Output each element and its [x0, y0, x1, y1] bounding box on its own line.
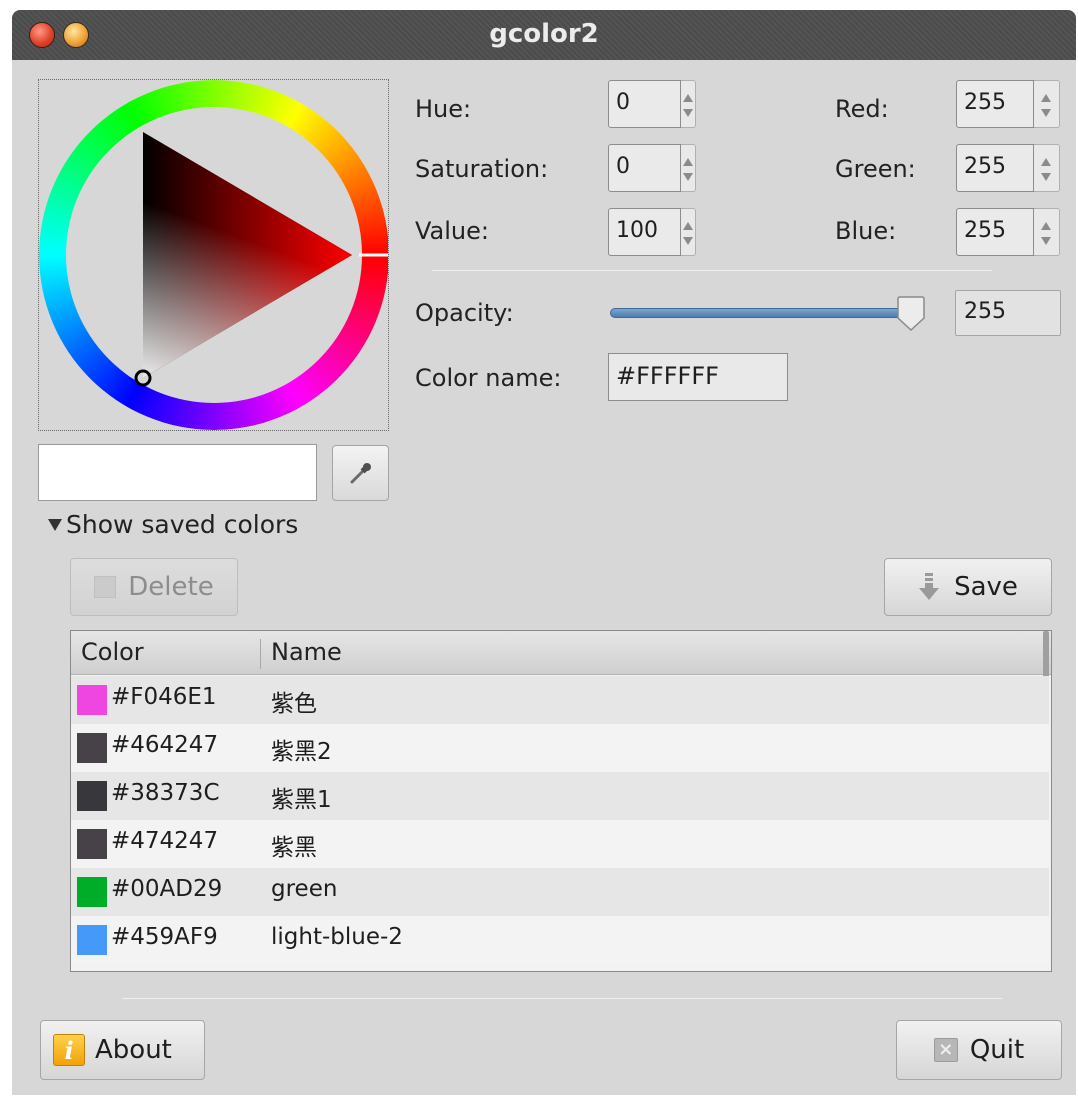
- separator: [432, 270, 992, 271]
- color-hex-cell: #459AF9: [111, 924, 218, 950]
- quit-button[interactable]: × Quit: [896, 1020, 1062, 1080]
- save-label: Save: [954, 572, 1018, 602]
- hsv-color-wheel[interactable]: [39, 80, 388, 430]
- saturation-input[interactable]: 0: [608, 144, 681, 192]
- table-row[interactable]: #464247 紫黑2: [71, 724, 1049, 772]
- color-hex-cell: #464247: [111, 732, 219, 758]
- value-spinner-arrows[interactable]: [681, 208, 696, 256]
- red-label: Red:: [835, 95, 889, 123]
- color-swatch: [77, 733, 107, 763]
- color-swatch: [77, 781, 107, 811]
- table-header: Color Name: [71, 631, 1051, 691]
- hue-label: Hue:: [415, 95, 472, 123]
- red-spinner[interactable]: 255: [956, 80, 1060, 128]
- color-hex-cell: #F046E1: [111, 684, 217, 710]
- window-title: gcolor2: [489, 19, 599, 49]
- color-name-cell: 紫色: [271, 691, 317, 717]
- opacity-label: Opacity:: [415, 299, 514, 327]
- color-name-cell: 紫黑1: [271, 787, 332, 813]
- color-name-cell: green: [271, 876, 338, 902]
- about-label: About: [95, 1035, 172, 1065]
- delete-label: Delete: [128, 572, 214, 602]
- blue-spinner-arrows[interactable]: [1034, 208, 1060, 256]
- expander-triangle-icon: [48, 518, 62, 531]
- color-hex-cell: #38373C: [111, 780, 220, 806]
- green-input[interactable]: 255: [956, 144, 1034, 192]
- quit-label: Quit: [969, 1035, 1025, 1065]
- column-header-color[interactable]: Color: [81, 638, 144, 666]
- expander-label: Show saved colors: [66, 510, 299, 539]
- red-spinner-arrows[interactable]: [1034, 80, 1060, 128]
- title-bar[interactable]: gcolor2: [12, 10, 1076, 60]
- color-name-cell: 紫黑: [271, 835, 317, 861]
- delete-button[interactable]: Delete: [70, 558, 238, 616]
- blue-label: Blue:: [835, 217, 897, 245]
- about-button[interactable]: i About: [40, 1020, 205, 1080]
- color-preview-swatch: [38, 444, 317, 501]
- hue-spinner-arrows[interactable]: [681, 80, 696, 128]
- color-hex-cell: #474247: [111, 828, 219, 854]
- color-swatch: [77, 877, 107, 907]
- opacity-input[interactable]: 255: [955, 290, 1061, 336]
- color-swatch: [77, 829, 107, 859]
- value-input[interactable]: 100: [608, 208, 681, 256]
- table-row[interactable]: #459AF9 light-blue-2: [71, 916, 1049, 964]
- info-icon: i: [53, 1034, 85, 1066]
- saturation-spinner-arrows[interactable]: [681, 144, 696, 192]
- eyedropper-button[interactable]: [332, 445, 389, 501]
- color-name-cell: 紫黑2: [271, 739, 332, 765]
- color-wheel-area[interactable]: [38, 79, 389, 431]
- table-row[interactable]: #F046E1 紫色: [71, 676, 1049, 724]
- column-header-name[interactable]: Name: [271, 638, 342, 666]
- green-spinner-arrows[interactable]: [1034, 144, 1060, 192]
- opacity-slider[interactable]: [610, 308, 914, 318]
- color-name-cell: light-blue-2: [271, 924, 403, 950]
- eyedropper-icon: [350, 463, 371, 484]
- color-name-input[interactable]: #FFFFFF: [608, 353, 788, 401]
- saved-colors-table[interactable]: Color Name #F046E1 紫色 #464247 紫黑2 #38373C 紫黑1…: [70, 630, 1052, 972]
- color-swatch: [77, 925, 107, 955]
- green-label: Green:: [835, 155, 916, 183]
- blue-input[interactable]: 255: [956, 208, 1034, 256]
- value-spinner[interactable]: 100: [608, 208, 696, 256]
- table-row[interactable]: #00AD29 green: [71, 868, 1049, 916]
- footer-separator: [122, 998, 1002, 999]
- value-label: Value:: [415, 217, 489, 245]
- show-saved-colors-expander[interactable]: Show saved colors: [48, 510, 298, 539]
- red-input[interactable]: 255: [956, 80, 1034, 128]
- color-name-label: Color name:: [415, 364, 562, 392]
- hue-input[interactable]: 0: [608, 80, 681, 128]
- saturation-spinner[interactable]: 0: [608, 144, 696, 192]
- blue-spinner[interactable]: 255: [956, 208, 1060, 256]
- gcolor2-window: gcolor2 Hue: 0 Saturation: 0 Value: 100 …: [12, 10, 1076, 1095]
- hue-spinner[interactable]: 0: [608, 80, 696, 128]
- delete-icon: [94, 576, 117, 598]
- color-hex-cell: #00AD29: [111, 876, 223, 902]
- green-spinner[interactable]: 255: [956, 144, 1060, 192]
- opacity-slider-thumb[interactable]: [896, 296, 926, 332]
- save-arrow-icon: [919, 573, 940, 600]
- saturation-label: Saturation:: [415, 155, 549, 183]
- color-swatch: [77, 685, 107, 715]
- table-row[interactable]: #474247 紫黑: [71, 820, 1049, 868]
- quit-icon: ×: [933, 1038, 958, 1062]
- save-button[interactable]: Save: [884, 558, 1052, 616]
- table-row[interactable]: #38373C 紫黑1: [71, 772, 1049, 820]
